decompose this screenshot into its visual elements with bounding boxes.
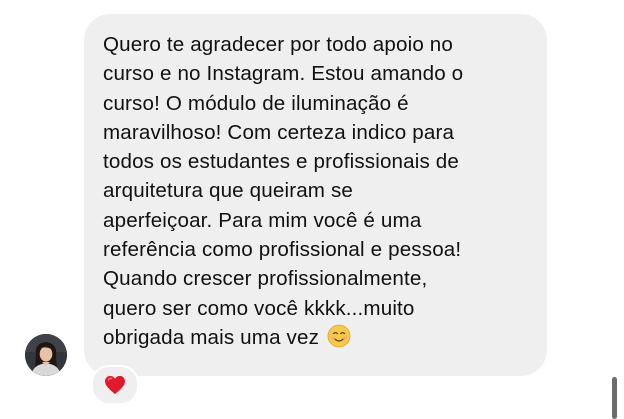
avatar[interactable] bbox=[25, 334, 67, 376]
profile-photo bbox=[25, 334, 67, 376]
chat-area: Quero te agradecer por todo apoio no cur… bbox=[0, 0, 624, 419]
message-body: Quero te agradecer por todo apoio no cur… bbox=[103, 33, 464, 349]
message-text: Quero te agradecer por todo apoio no cur… bbox=[103, 30, 527, 352]
scrollbar[interactable] bbox=[612, 377, 617, 419]
message-bubble[interactable]: Quero te agradecer por todo apoio no cur… bbox=[84, 14, 547, 376]
smiling-face-icon bbox=[327, 324, 351, 348]
red-heart-icon bbox=[105, 375, 125, 395]
reaction-badge[interactable] bbox=[91, 365, 139, 405]
